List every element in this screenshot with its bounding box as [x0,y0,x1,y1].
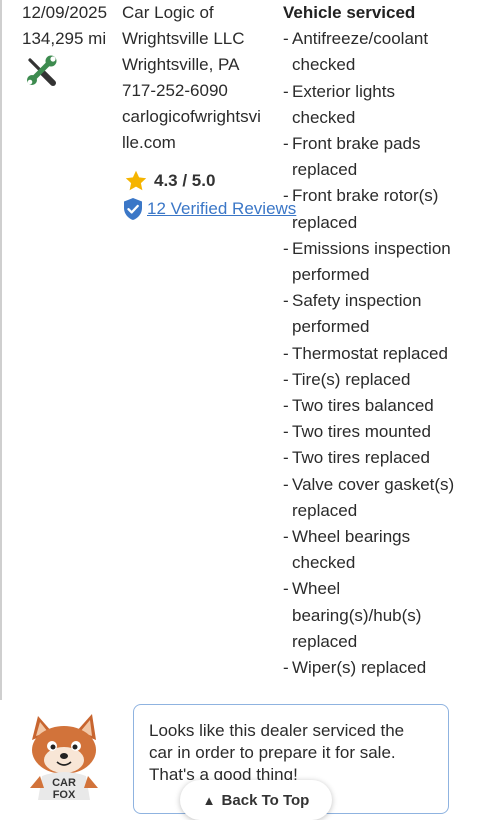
service-item: - Exterior lights checked [283,79,480,131]
service-item-line: replaced [292,500,358,520]
service-item: - Wheel bearing(s)/hub(s) replaced [283,576,480,655]
service-item-line: Two tires mounted [292,422,431,442]
service-item: - Two tires mounted [283,419,480,445]
service-item-line: Two tires balanced [292,396,434,416]
list-dash: - [283,474,289,494]
rating-value: 4.3 / 5.0 [154,171,216,190]
shop-rating: 4.3 / 5.0 [124,168,215,194]
service-mileage: 134,295 mi [22,29,107,48]
list-dash: - [283,369,289,389]
shop-website-line2[interactable]: lle.com [122,130,282,156]
service-item-line: Wheel [292,579,341,599]
service-list: - Antifreeze/coolant checked - Exterior ligh… [283,26,480,681]
mascot-shirt-line2: FOX [53,789,76,800]
list-dash: - [283,81,289,101]
service-item: - Front brake rotor(s) replaced [283,183,480,235]
mascot-shirt-line1: CAR [52,777,76,789]
list-dash: - [283,448,289,468]
back-to-top-label: Back To Top [221,791,310,809]
list-dash: - [283,579,289,599]
service-item-line: Valve cover gasket(s) [292,474,455,494]
service-item-line: Exterior lights [292,81,395,101]
verified-shield-icon [124,198,142,220]
service-date: 12/09/2025 [22,3,108,22]
service-item-line: replaced [292,212,358,232]
service-item: - Safety inspection performed [283,288,480,340]
service-item-line: Safety inspection [292,291,422,311]
service-item-line: replaced [292,631,358,651]
service-item-line: Wheel bearings [292,527,411,547]
carfox-mascot: CAR FOX [30,714,98,800]
service-item: - Front brake pads replaced [283,131,480,183]
verified-reviews[interactable]: 12 Verified Reviews [122,197,296,221]
service-item-line: Two tires replaced [292,448,430,468]
list-dash: - [283,238,289,258]
arrow-up-icon: ▲ [202,792,216,808]
service-item: - Two tires balanced [283,393,480,419]
left-border [0,0,2,700]
list-dash: - [283,186,289,206]
service-item: - Wheel bearings checked [283,524,480,576]
service-item-line: Tire(s) replaced [292,369,411,389]
service-item: - Two tires replaced [283,445,480,471]
service-item: - Wiper(s) replaced [283,655,480,681]
shop-website-line1[interactable]: carlogicofwrightsvi [122,104,282,130]
service-item: - Emissions inspection performed [283,236,480,288]
callout-line2: car in order to prepare it for sale. [149,743,396,762]
list-dash: - [283,396,289,416]
star-icon [125,170,147,191]
shop-name-line1: Car Logic of [122,3,214,22]
service-item-line: Front brake rotor(s) [292,186,439,206]
service-item-line: Emissions inspection [292,238,451,258]
service-item-line: Thermostat replaced [292,343,448,363]
list-dash: - [283,527,289,547]
services-column: Vehicle serviced - Antifreeze/coolant chec… [283,0,480,681]
list-dash: - [283,29,289,49]
record-date-column: 12/09/2025 134,295 mi [22,0,107,52]
service-item-line: checked [292,107,356,127]
service-item-line: performed [292,265,370,285]
service-item-line: Wiper(s) replaced [292,658,427,678]
list-dash: - [283,291,289,311]
service-item-line: bearing(s)/hub(s) [292,605,422,625]
services-title: Vehicle serviced [283,3,416,22]
list-dash: - [283,134,289,154]
service-item-line: checked [292,55,356,75]
service-item: - Tire(s) replaced [283,367,480,393]
shop-info-column: Car Logic of Wrightsville LLC Wrightsvil… [122,0,282,156]
service-item-line: performed [292,317,370,337]
carfox-callout-text: Looks like this dealer serviced the car … [149,720,439,786]
service-item-line: checked [292,553,356,573]
shop-name-line2: Wrightsville LLC [122,29,245,48]
list-dash: - [283,422,289,442]
shop-location: Wrightsville, PA [122,55,240,74]
callout-line1: Looks like this dealer serviced the [149,721,405,740]
service-item-line: Antifreeze/coolant [292,29,429,49]
verified-reviews-link[interactable]: 12 Verified Reviews [147,199,296,219]
list-dash: - [283,343,289,363]
service-item: - Valve cover gasket(s) replaced [283,472,480,524]
service-item-line: Front brake pads [292,134,421,154]
wrench-screwdriver-icon [27,55,57,86]
service-item: - Thermostat replaced [283,341,480,367]
back-to-top-button[interactable]: ▲ Back To Top [180,780,332,820]
service-item-line: replaced [292,160,358,180]
list-dash: - [283,658,289,678]
service-item: - Antifreeze/coolant checked [283,26,480,78]
shop-phone[interactable]: 717-252-6090 [122,78,282,104]
